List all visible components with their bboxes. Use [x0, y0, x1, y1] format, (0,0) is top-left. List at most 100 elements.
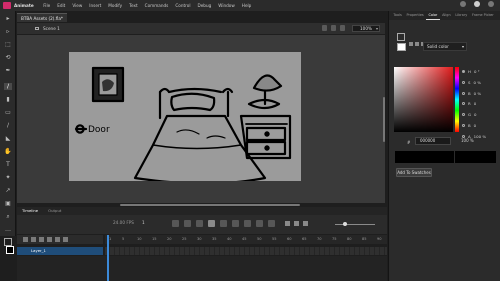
onion-outline-icon[interactable]	[208, 220, 215, 227]
radio-icon[interactable]	[462, 80, 465, 84]
line-tool-icon[interactable]: ∕	[4, 122, 12, 129]
rgb-row-g[interactable]: G0	[462, 110, 486, 121]
fill-color-swatch[interactable]	[6, 246, 14, 254]
alpha-value[interactable]: 100 %	[461, 137, 489, 145]
hsb-row-h[interactable]: H0 °	[462, 67, 486, 78]
layer-name[interactable]: Layer_1	[31, 248, 46, 253]
free-transform-tool-icon[interactable]: ⬚	[4, 41, 12, 48]
test-movie-icon[interactable]	[474, 1, 480, 7]
zoom-select[interactable]: 100%	[352, 25, 380, 32]
menu-help[interactable]: Help	[238, 3, 255, 8]
radio-icon[interactable]	[462, 113, 465, 117]
frame-label: 5	[122, 237, 125, 241]
lock-icon[interactable]	[55, 237, 60, 242]
layer-row[interactable]: Layer_1	[17, 247, 103, 255]
horizontal-scrollbar[interactable]	[120, 204, 300, 206]
hsb-row-s[interactable]: S0 %	[462, 78, 486, 89]
insert-blank-keyframe-icon[interactable]	[244, 220, 251, 227]
hsb-row-b[interactable]: B0 %	[462, 89, 486, 100]
scene-name[interactable]: Scene 1	[43, 23, 60, 34]
document-tab[interactable]: BTBA Assets (2).fla*	[17, 13, 68, 22]
play-icon[interactable]	[285, 221, 290, 226]
insert-frame-icon[interactable]	[256, 220, 263, 227]
lasso-tool-icon[interactable]: ⟲	[4, 54, 12, 61]
last-frame-icon[interactable]	[303, 221, 308, 226]
timeline-zoom-slider[interactable]	[335, 222, 375, 226]
rgb-row-r[interactable]: R0	[462, 99, 486, 110]
current-frame[interactable]: 1	[142, 220, 145, 225]
selection-tool-icon[interactable]: ▸	[4, 15, 12, 22]
loop-icon[interactable]	[184, 220, 191, 227]
more-tools-icon[interactable]: …	[4, 226, 12, 233]
zoom-tool-icon[interactable]: ⌕	[4, 213, 12, 220]
tab-library[interactable]: Library	[453, 11, 470, 20]
tab-tools[interactable]: Tools	[391, 11, 404, 20]
pen-tool-icon[interactable]: ✒	[4, 67, 12, 74]
frames-row[interactable]	[105, 247, 387, 255]
center-stage-icon[interactable]	[331, 25, 336, 31]
center-frame-icon[interactable]	[172, 220, 179, 227]
workspace-icon[interactable]	[460, 1, 466, 7]
delete-layer-icon[interactable]	[39, 237, 44, 242]
vertical-scrollbar[interactable]	[383, 97, 385, 142]
tab-align[interactable]: Align	[440, 11, 453, 20]
edit-multiple-frames-icon[interactable]	[220, 220, 227, 227]
menu-commands[interactable]: Commands	[141, 3, 172, 8]
radio-icon[interactable]	[462, 102, 465, 106]
rgb-row-b[interactable]: B0	[462, 121, 486, 132]
outline-icon[interactable]	[63, 237, 68, 242]
radio-icon[interactable]	[462, 91, 465, 95]
eyedropper-tool-icon[interactable]: ↗	[4, 187, 12, 194]
insert-keyframe-icon[interactable]	[232, 220, 239, 227]
fps-display[interactable]: 24.00 FPS	[113, 220, 134, 225]
rectangle-tool-icon[interactable]: ▭	[4, 109, 12, 116]
stroke-swatch[interactable]	[397, 33, 405, 41]
menu-insert[interactable]: Insert	[86, 3, 105, 8]
clip-icon[interactable]	[340, 25, 345, 31]
tab-output[interactable]: Output	[43, 207, 66, 215]
hue-slider[interactable]	[455, 67, 459, 132]
menu-view[interactable]: View	[69, 3, 86, 8]
brush-tool-icon[interactable]: ∕	[4, 83, 12, 90]
frame-ruler[interactable]: 1 5 10 15 20 25 30 35 40 45 50 55 60 65 …	[105, 235, 387, 244]
menu-text[interactable]: Text	[126, 3, 141, 8]
fill-swatch[interactable]	[397, 43, 406, 51]
no-color-icon[interactable]	[415, 42, 419, 46]
settings-icon[interactable]	[488, 1, 494, 7]
menu-window[interactable]: Window	[215, 3, 239, 8]
show-hide-icon[interactable]	[47, 237, 52, 242]
tab-frame-picker[interactable]: Frame Picker	[470, 11, 497, 20]
radio-icon[interactable]	[462, 70, 465, 73]
frame-label: 45	[242, 237, 247, 241]
playhead[interactable]	[107, 235, 109, 281]
radio-icon[interactable]	[462, 123, 465, 127]
tab-properties[interactable]: Properties	[404, 11, 426, 20]
stroke-color-swatch[interactable]	[4, 238, 12, 246]
menu-control[interactable]: Control	[172, 3, 194, 8]
subselection-tool-icon[interactable]: ▹	[4, 28, 12, 35]
menu-debug[interactable]: Debug	[194, 3, 215, 8]
eraser-tool-icon[interactable]: ▮	[4, 96, 12, 103]
text-tool-icon[interactable]: T	[4, 161, 12, 168]
menu-modify[interactable]: Modify	[105, 3, 126, 8]
tab-color[interactable]: Color	[426, 11, 440, 20]
bone-tool-icon[interactable]: ✦	[4, 174, 12, 181]
menu-file[interactable]: File	[40, 3, 54, 8]
paint-bucket-tool-icon[interactable]: ◣	[4, 135, 12, 142]
tween-icon[interactable]	[268, 220, 275, 227]
playback-controls	[285, 221, 308, 226]
hex-input[interactable]: 000000	[415, 137, 451, 145]
camera-tool-icon[interactable]: ▣	[4, 200, 12, 207]
tab-timeline[interactable]: Timeline	[17, 207, 43, 215]
edit-symbol-icon[interactable]	[322, 25, 327, 31]
add-to-swatches-button[interactable]: Add To Swatches	[396, 168, 432, 177]
color-type-select[interactable]: Solid color	[423, 42, 467, 51]
black-white-icon[interactable]	[409, 42, 413, 46]
hand-tool-icon[interactable]: ✋	[4, 148, 12, 155]
onion-skin-icon[interactable]	[196, 220, 203, 227]
color-spectrum[interactable]	[394, 67, 453, 132]
new-layer-icon[interactable]	[23, 237, 28, 242]
new-folder-icon[interactable]	[31, 237, 36, 242]
menu-edit[interactable]: Edit	[54, 3, 69, 8]
step-forward-icon[interactable]	[294, 221, 299, 226]
